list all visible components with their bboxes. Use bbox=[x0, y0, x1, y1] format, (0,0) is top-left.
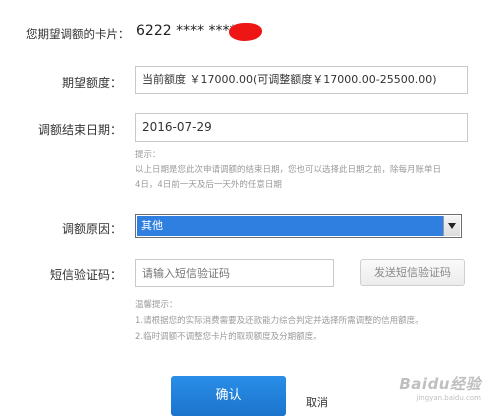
sms-code-input[interactable] bbox=[135, 259, 334, 287]
end-date-hint-title: 提示： bbox=[135, 150, 161, 160]
watermark-sub: jingyan.baidu.com bbox=[416, 394, 481, 402]
chevron-down-icon[interactable] bbox=[443, 216, 460, 236]
reason-selected-value: 其他 bbox=[137, 216, 443, 236]
expected-limit-field: 当前额度 ￥17000.00(可调整额度￥17000.00-25500.00) bbox=[135, 66, 468, 94]
tips-title: 温馨提示： bbox=[135, 300, 178, 310]
send-sms-button[interactable]: 发送短信验证码 bbox=[360, 259, 465, 286]
watermark-text: Baidu经验 bbox=[399, 375, 481, 393]
reason-select[interactable]: 其他 bbox=[135, 214, 462, 238]
end-date-label: 调额结束日期： bbox=[37, 123, 122, 137]
baidu-watermark: Baidu经验 jingyan.baidu.com bbox=[399, 373, 481, 402]
cancel-link[interactable]: 取消 bbox=[306, 394, 328, 410]
redaction-mark bbox=[229, 23, 262, 41]
tips-line1: 1.请根据您的实际消费需要及还款能力综合判定并选择所需调整的信用额度。 bbox=[135, 316, 424, 326]
card-number: 6222 **** **** bbox=[136, 23, 237, 39]
card-label: 您期望调额的卡片： bbox=[26, 27, 130, 41]
confirm-button[interactable]: 确认 bbox=[171, 376, 286, 416]
end-date-hint-line1: 以上日期是您此次申请调额的结束日期，您也可以选择此日期之前，除每月账单日 bbox=[135, 165, 442, 175]
reason-label: 调额原因： bbox=[61, 222, 122, 236]
end-date-hint-line2: 4日，4日前一天及后一天外的任意日期 bbox=[135, 180, 282, 190]
expected-limit-label: 期望额度： bbox=[61, 76, 122, 90]
end-date-field[interactable]: 2016-07-29 bbox=[135, 113, 468, 142]
sms-label: 短信验证码： bbox=[49, 268, 122, 282]
tips-line2: 2.临时调额不调整您卡片的取现额度及分期额度。 bbox=[135, 332, 322, 342]
